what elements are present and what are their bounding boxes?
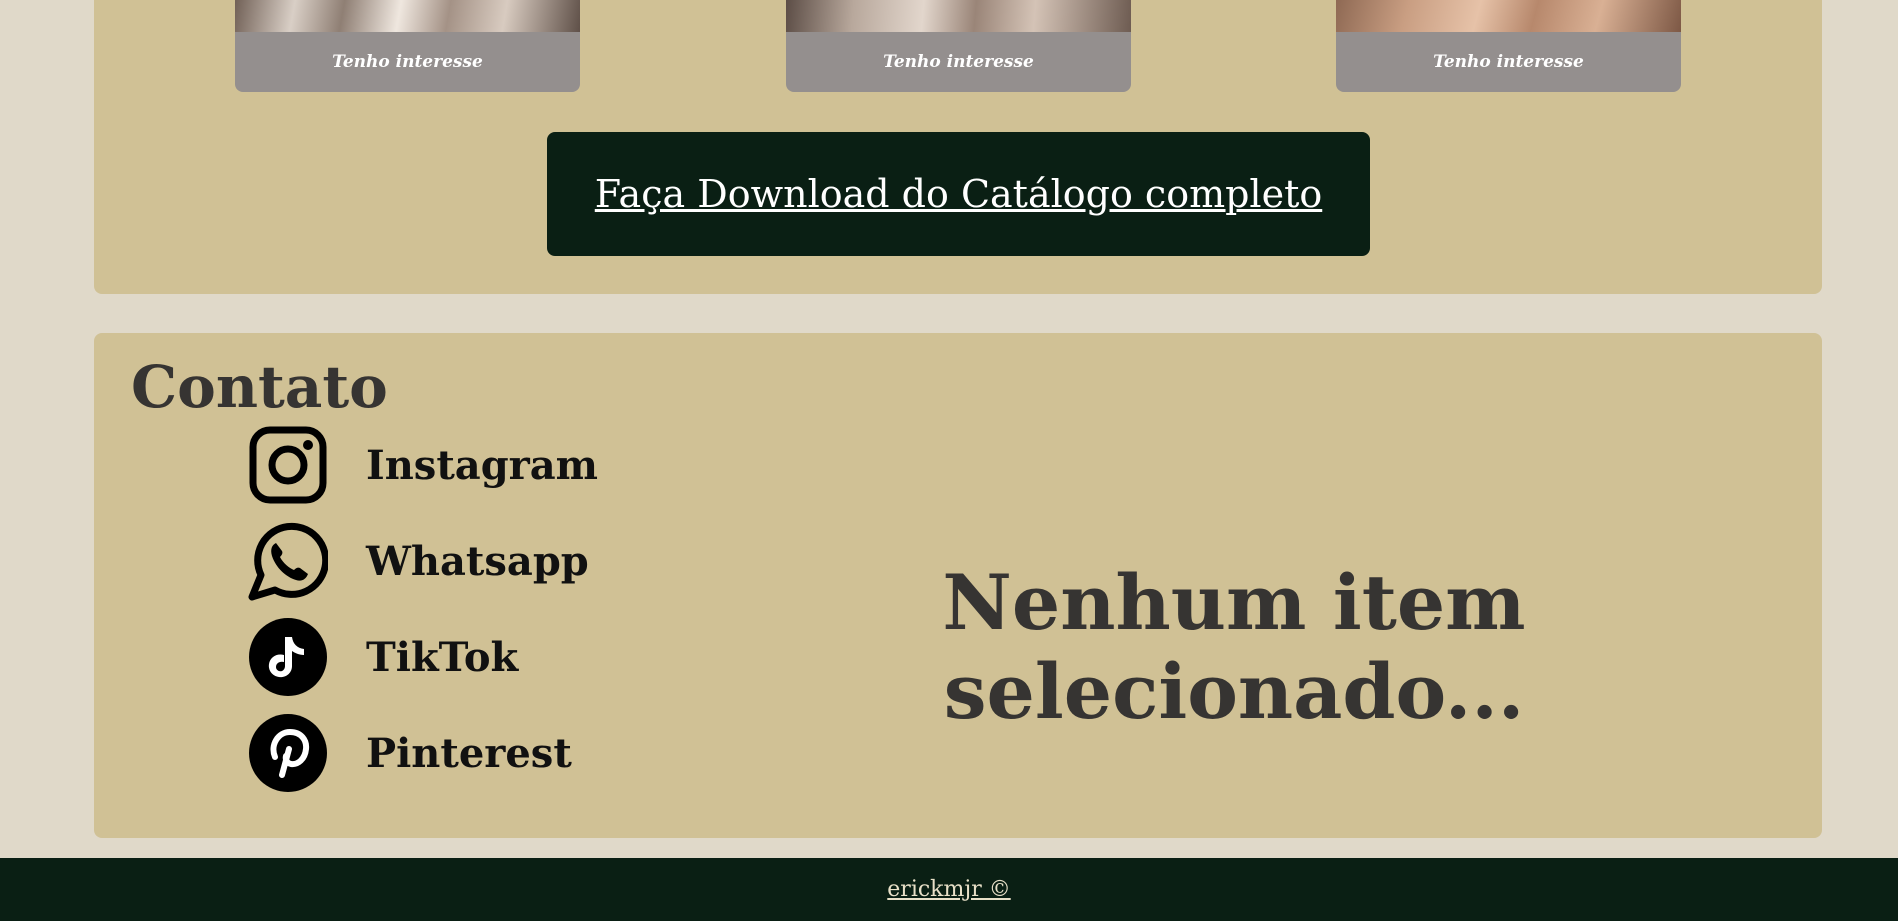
whatsapp-label: Whatsapp [366, 537, 589, 585]
product-image [786, 0, 1131, 32]
footer-credit-link[interactable]: erickmjr © [887, 877, 1010, 902]
product-card: Tenho interesse [1336, 0, 1681, 92]
instagram-icon [249, 426, 327, 504]
whatsapp-link[interactable]: Whatsapp [248, 521, 589, 601]
interest-button[interactable]: Tenho interesse [235, 32, 580, 92]
product-card: Tenho interesse [235, 0, 580, 92]
tiktok-icon [249, 618, 327, 696]
whatsapp-icon [248, 522, 328, 601]
product-image [235, 0, 580, 32]
pinterest-icon [249, 714, 327, 792]
product-card: Tenho interesse [786, 0, 1131, 92]
instagram-label: Instagram [366, 441, 598, 489]
interest-button[interactable]: Tenho interesse [1336, 32, 1681, 92]
footer: erickmjr © [0, 858, 1898, 921]
empty-selection-message: Nenhum item selecionado... [942, 558, 1526, 736]
pinterest-label: Pinterest [366, 729, 572, 777]
tiktok-link[interactable]: TikTok [248, 617, 518, 697]
instagram-link[interactable]: Instagram [248, 425, 598, 505]
tiktok-label: TikTok [366, 633, 519, 681]
contact-title: Contato [131, 353, 388, 421]
download-catalog-button[interactable]: Faça Download do Catálogo completo [547, 132, 1370, 256]
contact-section: Contato Instagram Whatsapp TikTok Pinter… [94, 333, 1822, 838]
interest-button[interactable]: Tenho interesse [786, 32, 1131, 92]
pinterest-link[interactable]: Pinterest [248, 713, 572, 793]
catalog-section: Tenho interesse Tenho interesse Tenho in… [94, 0, 1822, 294]
product-image [1336, 0, 1681, 32]
